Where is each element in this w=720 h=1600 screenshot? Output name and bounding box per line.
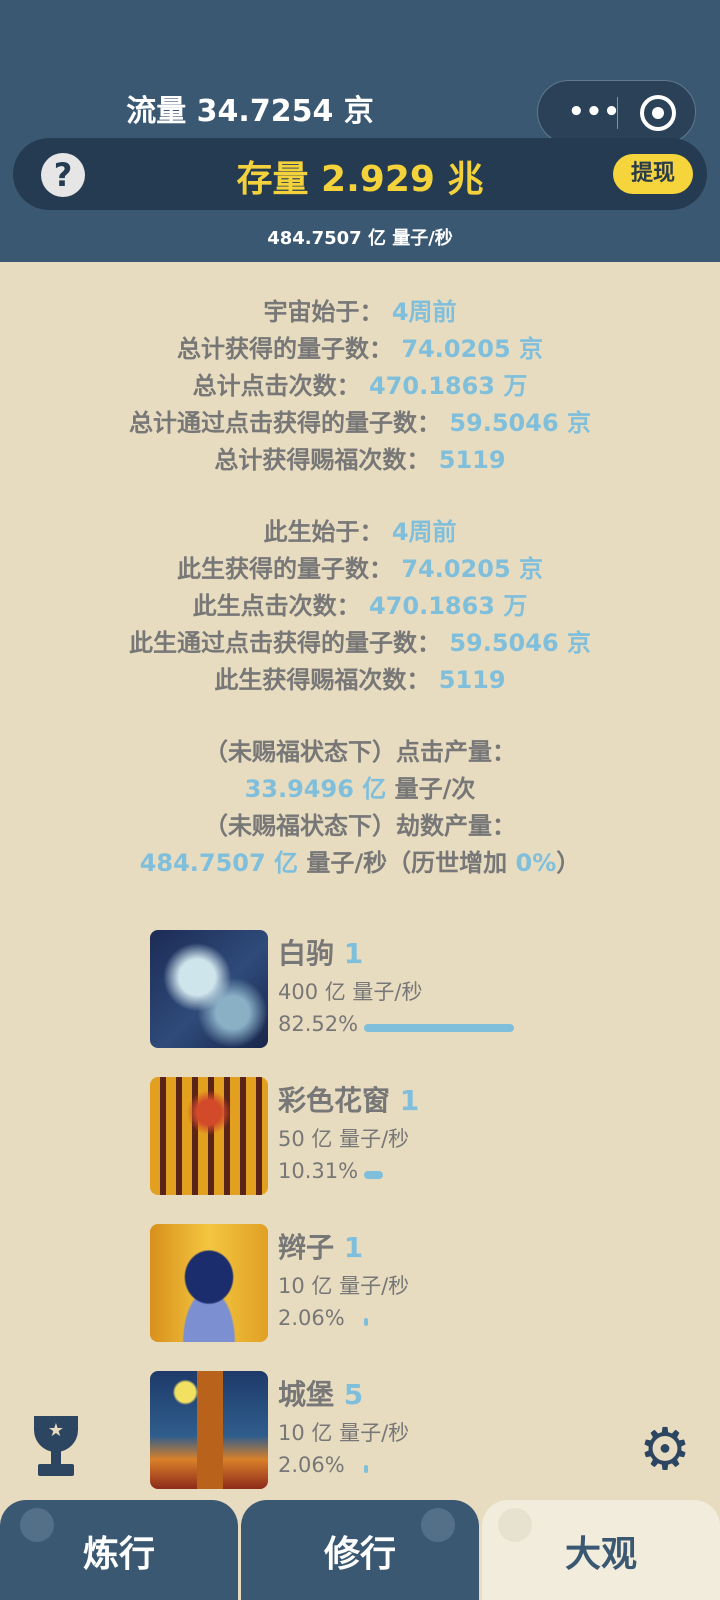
stat-line: 此生始于： 4周前 xyxy=(263,518,457,546)
production-rate: 484.7507 亿 量子/秒 xyxy=(267,228,453,249)
generator-image xyxy=(150,1224,268,1342)
stat-line: 此生获得的量子数： 74.0205 京 xyxy=(176,555,544,583)
stat-line: 此生获得赐福次数： 5119 xyxy=(214,666,506,694)
generator-rate: 50 亿 量子/秒 xyxy=(278,1127,410,1151)
tab-xiuxing[interactable]: 修行 xyxy=(241,1500,479,1600)
tab-lianxing[interactable]: 炼行 xyxy=(0,1500,238,1600)
generator-rate: 10 亿 量子/秒 xyxy=(278,1274,410,1298)
trophy-icon[interactable]: ★ xyxy=(26,1416,86,1478)
flow-amount: 流量 34.7254 京 xyxy=(126,94,374,129)
generator-item[interactable]: 辫子 1 10 亿 量子/秒 2.06% xyxy=(150,1224,550,1344)
stats-panel: 宇宙始于： 4周前 总计获得的量子数： 74.0205 京 总计点击次数： 47… xyxy=(0,294,720,882)
generator-item[interactable]: 城堡 5 10 亿 量子/秒 2.06% xyxy=(150,1371,550,1491)
stock-bar: 存量 2.929 兆 ? 提现 xyxy=(13,138,707,210)
generator-rate: 400 亿 量子/秒 xyxy=(278,980,423,1004)
generator-percent: 2.06% xyxy=(278,1453,345,1477)
share-bar xyxy=(364,1318,368,1326)
generator-rate: 10 亿 量子/秒 xyxy=(278,1421,410,1445)
generator-item[interactable]: 彩色花窗 1 50 亿 量子/秒 10.31% xyxy=(150,1077,550,1197)
stat-line: 此生点击次数： 470.1863 万 xyxy=(192,592,528,620)
generator-image xyxy=(150,1077,268,1195)
stat-line: 总计获得的量子数： 74.0205 京 xyxy=(176,335,544,363)
bottom-tab-bar: 炼行 修行 大观 xyxy=(0,1500,720,1600)
tab-daguan[interactable]: 大观 xyxy=(482,1500,720,1600)
withdraw-button[interactable]: 提现 xyxy=(613,154,693,194)
share-bar xyxy=(364,1024,514,1032)
mini-program-capsule: ••• xyxy=(537,80,696,144)
generator-image xyxy=(150,930,268,1048)
generator-item[interactable]: 白驹 1 400 亿 量子/秒 82.52% xyxy=(150,930,550,1050)
stat-line: 总计通过点击获得的量子数： 59.5046 京 xyxy=(128,409,592,437)
kalpa-yield-value: 484.7507 亿 量子/秒（历世增加 0%） xyxy=(139,849,581,877)
gear-icon[interactable]: ⚙ xyxy=(636,1420,694,1478)
target-close-icon[interactable] xyxy=(640,95,676,131)
stat-line: 此生通过点击获得的量子数： 59.5046 京 xyxy=(128,629,592,657)
click-yield-title: （未赐福状态下）点击产量： xyxy=(204,738,516,766)
stat-line: 总计点击次数： 470.1863 万 xyxy=(192,372,528,400)
click-yield-value: 33.9496 亿 量子/次 xyxy=(244,775,476,803)
generator-percent: 82.52% xyxy=(278,1012,359,1036)
capsule-divider xyxy=(617,97,618,129)
stock-amount: 存量 2.929 兆 xyxy=(236,159,484,200)
top-header: 流量 34.7254 京 ••• 存量 2.929 兆 ? 提现 484.750… xyxy=(0,0,720,262)
generator-name: 城堡 5 xyxy=(278,1378,364,1411)
generator-name: 白驹 1 xyxy=(278,937,364,970)
more-dots-icon[interactable]: ••• xyxy=(568,99,621,125)
generator-name: 辫子 1 xyxy=(278,1231,364,1264)
generator-name: 彩色花窗 1 xyxy=(278,1084,420,1117)
generator-percent: 10.31% xyxy=(278,1159,359,1183)
share-bar xyxy=(364,1171,383,1179)
generator-image xyxy=(150,1371,268,1489)
generator-percent: 2.06% xyxy=(278,1306,345,1330)
stat-line: 总计获得赐福次数： 5119 xyxy=(214,446,506,474)
kalpa-yield-title: （未赐福状态下）劫数产量： xyxy=(204,812,516,840)
share-bar xyxy=(364,1465,368,1473)
help-button[interactable]: ? xyxy=(41,153,85,197)
stat-line: 宇宙始于： 4周前 xyxy=(263,298,457,326)
